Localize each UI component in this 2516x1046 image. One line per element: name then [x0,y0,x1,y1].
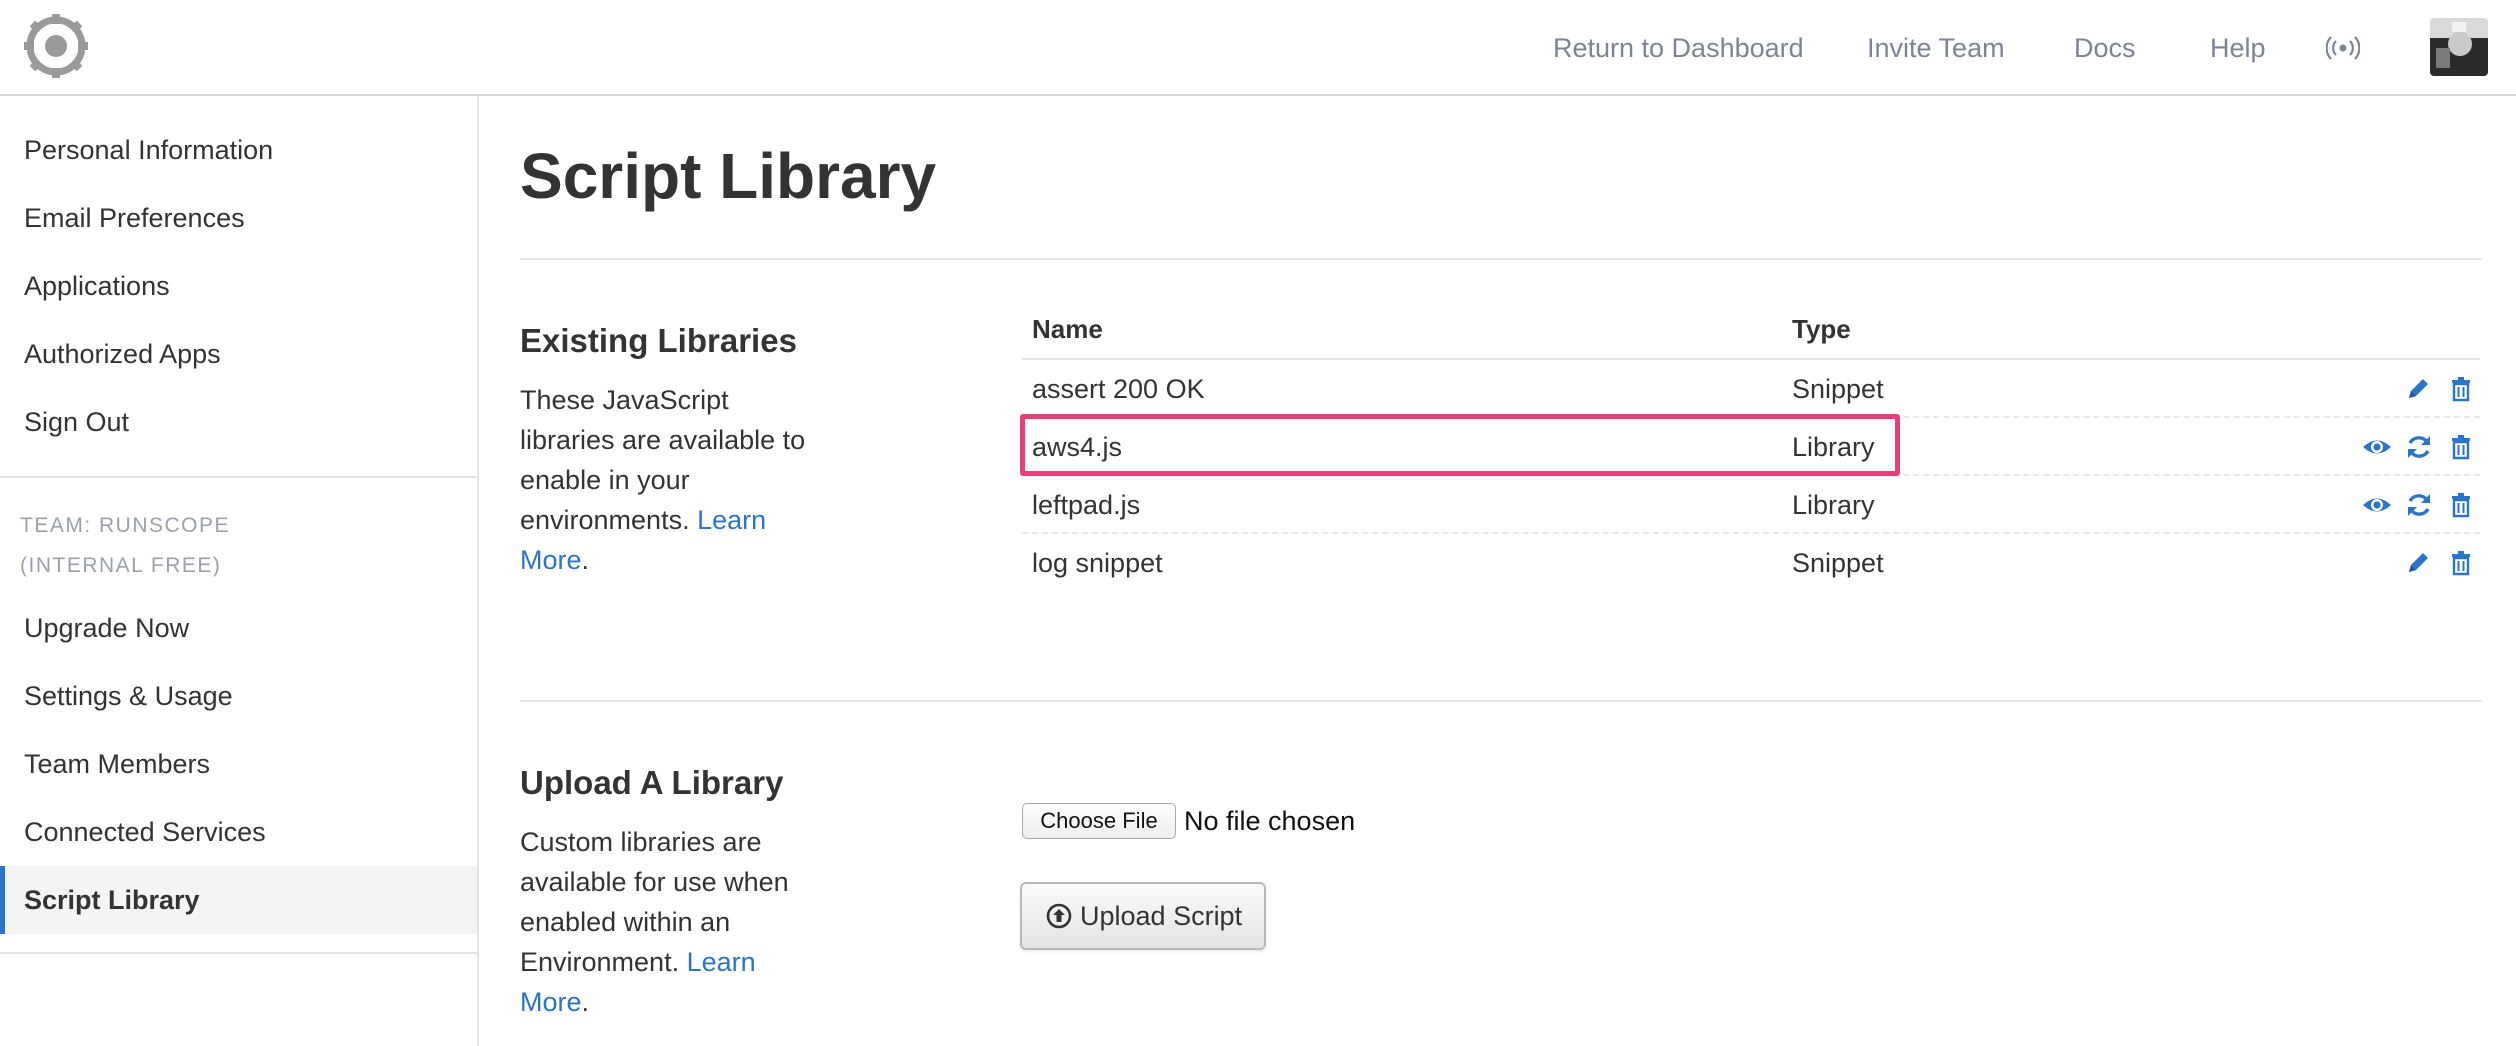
upload-circle-icon [1046,903,1072,929]
eye-icon[interactable] [2362,433,2392,461]
broadcast-icon[interactable] [2326,34,2360,62]
column-header-name: Name [1032,314,1103,344]
row-actions [2404,549,2476,577]
table-row: aws4.js Library [1022,418,2480,476]
library-type: Library [1792,490,1875,520]
table-row: leftpad.js Library [1022,476,2480,534]
sidebar-item-upgrade-now[interactable]: Upgrade Now [0,594,477,662]
trash-icon[interactable] [2446,491,2476,519]
library-type: Library [1792,432,1875,462]
gear-logo-icon[interactable] [24,14,88,78]
pencil-icon[interactable] [2404,549,2434,577]
sidebar-item-email-preferences[interactable]: Email Preferences [0,184,477,252]
settings-sidebar: Personal Information Email Preferences A… [0,96,479,1046]
pencil-icon[interactable] [2404,375,2434,403]
title-divider [520,258,2482,260]
library-name: log snippet [1032,548,1163,578]
nav-return-to-dashboard[interactable]: Return to Dashboard [1553,30,1804,66]
team-label: TEAM: RUNSCOPE [20,514,231,537]
table-row: assert 200 OK Snippet [1022,360,2480,418]
trash-icon[interactable] [2446,375,2476,403]
sidebar-divider [0,476,477,478]
nav-docs[interactable]: Docs [2074,30,2136,66]
avatar-photo [2430,18,2488,76]
upload-library-title: Upload A Library [520,764,784,801]
sidebar-item-sign-out[interactable]: Sign Out [0,388,477,456]
refresh-icon[interactable] [2404,491,2434,519]
nav-help[interactable]: Help [2210,30,2266,66]
sidebar-item-team-members[interactable]: Team Members [0,730,477,798]
team-plan-label: (INTERNAL FREE) [20,554,222,577]
upload-script-button[interactable]: Upload Script [1020,882,1266,950]
sidebar-item-applications[interactable]: Applications [0,252,477,320]
sidebar-item-script-library[interactable]: Script Library [0,866,477,934]
user-avatar[interactable] [2430,18,2488,76]
row-actions [2362,433,2476,461]
column-header-type: Type [1792,314,1851,344]
file-status-text: No file chosen [1184,806,1356,836]
section-divider [520,700,2482,702]
upload-script-label: Upload Script [1080,901,1243,931]
existing-libraries-title: Existing Libraries [520,322,797,359]
refresh-icon[interactable] [2404,433,2434,461]
page-title: Script Library [520,140,937,212]
trash-icon[interactable] [2446,433,2476,461]
row-actions [2362,491,2476,519]
nav-invite-team[interactable]: Invite Team [1867,30,2005,66]
library-type: Snippet [1792,374,1884,404]
upload-library-description: Custom libraries are available for use w… [520,827,789,1017]
existing-libraries-description: These JavaScript libraries are available… [520,385,806,575]
row-actions [2404,375,2476,403]
library-name: leftpad.js [1032,490,1141,520]
choose-file-button[interactable]: Choose File [1022,803,1176,839]
top-navbar: Return to Dashboard Invite Team Docs Hel… [0,0,2516,96]
trash-icon[interactable] [2446,549,2476,577]
sidebar-item-settings-usage[interactable]: Settings & Usage [0,662,477,730]
sidebar-item-personal-information[interactable]: Personal Information [0,116,477,184]
library-name: assert 200 OK [1032,374,1205,404]
table-row: log snippet Snippet [1022,534,2480,592]
sidebar-item-connected-services[interactable]: Connected Services [0,798,477,866]
sidebar-item-authorized-apps[interactable]: Authorized Apps [0,320,477,388]
library-name: aws4.js [1032,432,1123,462]
library-type: Snippet [1792,548,1884,578]
eye-icon[interactable] [2362,491,2392,519]
sidebar-divider-bottom [0,952,477,954]
